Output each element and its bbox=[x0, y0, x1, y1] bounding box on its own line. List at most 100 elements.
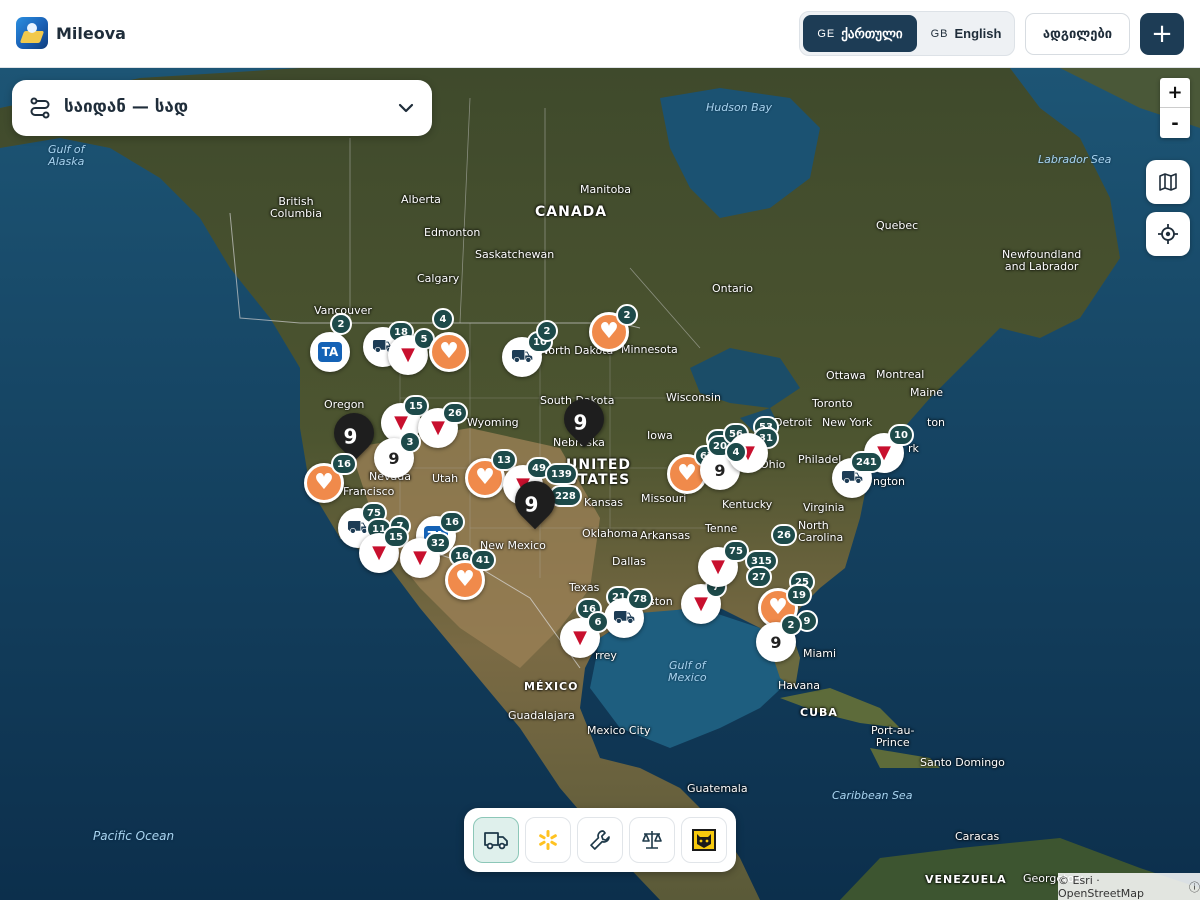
cluster-count: 241 bbox=[850, 451, 883, 473]
cat-filter-button[interactable] bbox=[681, 817, 727, 863]
cluster-count: 10 bbox=[888, 424, 914, 446]
language-english-button[interactable]: GB English bbox=[921, 15, 1011, 52]
scale-icon bbox=[642, 831, 662, 849]
label-washington: ngton bbox=[873, 475, 905, 488]
chevron-down-icon[interactable] bbox=[396, 98, 416, 118]
label-mexico-city: Mexico City bbox=[587, 724, 651, 737]
label-monterrey: rrey bbox=[595, 649, 617, 662]
cluster-count: 139 bbox=[545, 463, 578, 485]
label-kentucky: Kentucky bbox=[722, 498, 773, 511]
uk-flag-icon: GB bbox=[930, 27, 949, 40]
cluster-count: 41 bbox=[470, 549, 496, 571]
layers-button[interactable] bbox=[1146, 160, 1190, 204]
cluster-count: 2 bbox=[616, 304, 638, 326]
app-root: Mileova GE ქართული GB English ადგილები + bbox=[0, 0, 1200, 900]
locate-icon bbox=[1158, 224, 1178, 244]
label-newfoundland: Newfoundland and Labrador bbox=[1002, 248, 1082, 273]
label-francisco: Francisco bbox=[343, 485, 395, 498]
repair-filter-button[interactable] bbox=[577, 817, 623, 863]
label-caracas: Caracas bbox=[955, 830, 1000, 843]
label-saskatchewan: Saskatchewan bbox=[475, 248, 555, 261]
label-edmonton: Edmonton bbox=[424, 226, 481, 239]
cluster-count: 27 bbox=[746, 566, 772, 588]
label-boston: ton bbox=[927, 416, 946, 429]
ta-station-marker[interactable] bbox=[310, 332, 350, 372]
label-alberta: Alberta bbox=[401, 193, 441, 206]
walmart-filter-button[interactable] bbox=[525, 817, 571, 863]
label-toronto: Toronto bbox=[812, 397, 853, 410]
label-kansas: Kansas bbox=[584, 496, 623, 509]
label-dallas: Dallas bbox=[612, 555, 646, 568]
label-york: rk bbox=[908, 442, 919, 455]
label-calgary: Calgary bbox=[417, 272, 460, 285]
cluster-count: 16 bbox=[439, 511, 465, 533]
language-georgian-label: ქართული bbox=[841, 25, 903, 41]
truck-filter-button[interactable] bbox=[473, 817, 519, 863]
label-tennessee: Tenne bbox=[705, 522, 738, 535]
cluster-count: 16 bbox=[331, 453, 357, 475]
cluster-count: 19 bbox=[786, 584, 812, 606]
route-title: საიდან — სად bbox=[64, 97, 189, 117]
locate-button[interactable] bbox=[1146, 212, 1190, 256]
label-gulf-mexico: Gulf of Mexico bbox=[668, 659, 707, 684]
label-canada: CANADA bbox=[535, 204, 608, 220]
label-north-carolina: North Carolina bbox=[798, 519, 844, 544]
label-philadelphia: Philadel bbox=[798, 453, 842, 466]
cluster-count: 3 bbox=[399, 431, 421, 453]
label-santo-domingo: Santo Domingo bbox=[920, 756, 1005, 769]
label-havana: Havana bbox=[778, 679, 820, 692]
cluster-count: 2 bbox=[330, 313, 352, 335]
label-british-columbia: British Columbia bbox=[270, 195, 322, 220]
zoom-control: + - bbox=[1160, 78, 1190, 138]
zoom-in-button[interactable]: + bbox=[1160, 78, 1190, 108]
wrench-icon bbox=[590, 830, 610, 850]
label-oklahoma: Oklahoma bbox=[582, 527, 638, 540]
top-bar: Mileova GE ქართული GB English ადგილები + bbox=[0, 0, 1200, 68]
label-gulf-alaska: Gulf of Alaska bbox=[48, 143, 85, 168]
label-labrador-sea: Labrador Sea bbox=[1038, 153, 1112, 166]
label-manitoba: Manitoba bbox=[580, 183, 632, 196]
cluster-count: 26 bbox=[771, 524, 797, 546]
walmart-spark-icon bbox=[539, 830, 557, 850]
cluster-count: 78 bbox=[627, 588, 653, 610]
attribution-text: © Esri · OpenStreetMap bbox=[1058, 873, 1145, 900]
label-oregon: Oregon bbox=[324, 398, 365, 411]
label-arkansas: Arkansas bbox=[640, 529, 691, 542]
route-search-panel[interactable]: საიდან — სად bbox=[12, 80, 432, 136]
cluster-count: 2 bbox=[780, 614, 802, 636]
label-montreal: Montreal bbox=[876, 368, 925, 381]
route-icon bbox=[30, 97, 50, 119]
app-name: Mileova bbox=[56, 23, 126, 43]
label-detroit: Detroit bbox=[774, 416, 812, 429]
cluster-count: 4 bbox=[432, 308, 454, 330]
info-icon[interactable]: ⓘ bbox=[1189, 879, 1200, 895]
label-pacific-ocean: Pacific Ocean bbox=[93, 829, 175, 843]
brand[interactable]: Mileova bbox=[16, 17, 126, 49]
label-port-au-prince: Port-au- Prince bbox=[871, 724, 915, 749]
map-icon bbox=[1159, 173, 1177, 191]
label-ontario: Ontario bbox=[712, 282, 753, 295]
label-iowa: Iowa bbox=[647, 429, 673, 442]
scale-filter-button[interactable] bbox=[629, 817, 675, 863]
label-cuba: CUBA bbox=[800, 706, 838, 719]
map-attribution: © Esri · OpenStreetMap ⓘ bbox=[1058, 873, 1200, 900]
label-quebec: Quebec bbox=[876, 219, 919, 232]
label-new-york: New York bbox=[822, 416, 873, 429]
truck-icon bbox=[484, 832, 508, 850]
label-virginia: Virginia bbox=[803, 501, 845, 514]
language-georgian-button[interactable]: GE ქართული bbox=[803, 15, 917, 52]
georgia-flag-icon: GE bbox=[817, 27, 836, 40]
filter-toolbar bbox=[464, 808, 736, 872]
loves-marker[interactable] bbox=[429, 332, 469, 372]
places-button[interactable]: ადგილები bbox=[1025, 13, 1130, 55]
label-utah: Utah bbox=[432, 472, 459, 485]
label-ottawa: Ottawa bbox=[826, 369, 866, 382]
add-button[interactable]: + bbox=[1140, 13, 1184, 55]
label-wisconsin: Wisconsin bbox=[666, 391, 721, 404]
label-hudson-bay: Hudson Bay bbox=[706, 101, 772, 114]
label-minnesota: Minnesota bbox=[621, 343, 678, 356]
cat-logo-icon bbox=[692, 829, 716, 851]
zoom-out-button[interactable]: - bbox=[1160, 108, 1190, 138]
map-canvas[interactable]: Hudson Bay Labrador Sea Gulf of Alaska C… bbox=[0, 68, 1200, 900]
label-texas: Texas bbox=[569, 581, 600, 594]
